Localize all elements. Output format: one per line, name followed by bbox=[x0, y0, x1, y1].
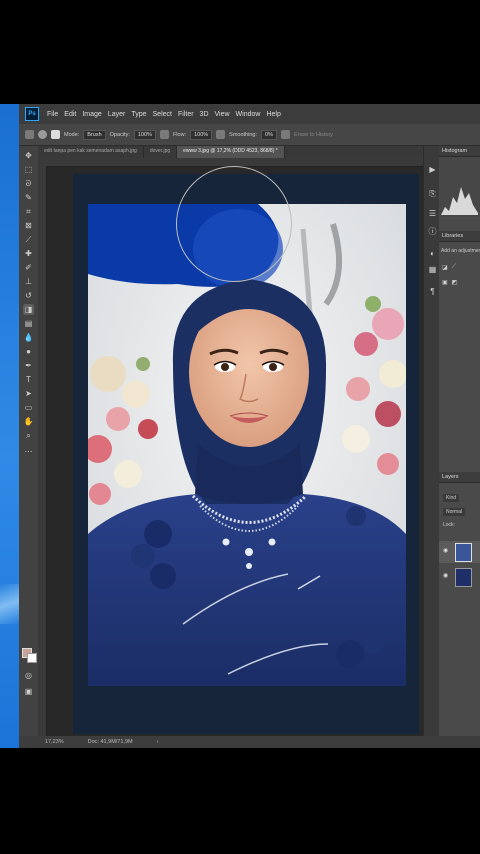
flow-label: Flow: bbox=[172, 131, 187, 138]
menu-layer[interactable]: Layer bbox=[108, 111, 126, 118]
histogram-graph bbox=[439, 157, 480, 217]
hand-tool-icon[interactable]: ✋ bbox=[23, 416, 34, 427]
tools-panel: ✥ ⬚ ᘐ ✎ ⌗ ⊠ ⟋ ✚ ✐ ⊥ ↺ ◨ ▤ 💧 ● ✒ T ➤ ▭ ✋ … bbox=[19, 146, 39, 742]
quick-select-tool-icon[interactable]: ✎ bbox=[23, 192, 34, 203]
pen-tool-icon[interactable]: ✒ bbox=[23, 360, 34, 371]
lock-label: Lock: bbox=[443, 522, 455, 528]
smoothing-field[interactable]: 0% bbox=[260, 129, 277, 140]
doc-size: Doc: 41,9M/71,9M bbox=[87, 739, 133, 745]
path-select-icon[interactable]: ➤ bbox=[23, 388, 34, 399]
color-balance-icon[interactable]: ◩ bbox=[452, 279, 458, 286]
zoom-level[interactable]: 17,23% bbox=[45, 739, 64, 745]
brush-size-icon[interactable] bbox=[38, 130, 47, 139]
adjustment-icons-row: ◪ ⟋ bbox=[439, 260, 480, 275]
histogram-chart bbox=[441, 187, 478, 215]
blend-mode-select[interactable]: Normal bbox=[443, 508, 466, 516]
swatches-icon[interactable]: ▦ bbox=[427, 264, 438, 275]
history-icon[interactable]: ⎘ bbox=[427, 188, 438, 199]
gradient-tool-icon[interactable]: ▤ bbox=[23, 318, 34, 329]
adjustment-icons-row-2: ▣ ◩ bbox=[439, 275, 480, 290]
document-tabs: edit tanpa pen kak semenadam asaph.jpg d… bbox=[38, 146, 423, 158]
eraser-tool-icon[interactable]: ◨ bbox=[23, 304, 34, 315]
mode-select[interactable]: Brush bbox=[83, 129, 106, 140]
healing-brush-icon[interactable]: ✚ bbox=[23, 248, 34, 259]
dodge-tool-icon[interactable]: ● bbox=[23, 346, 34, 357]
crop-tool-icon[interactable]: ⌗ bbox=[23, 206, 34, 217]
screen-mode-icon[interactable]: ▣ bbox=[23, 686, 34, 697]
brush-cursor-circle bbox=[176, 166, 292, 282]
layer-kind-filter[interactable]: Kind bbox=[443, 494, 460, 502]
screen: Ps File Edit Image Layer Type Select Fil… bbox=[0, 104, 480, 748]
layers-panel-title[interactable]: Layers bbox=[439, 472, 480, 483]
right-panels: Histogram Libraries Add an adjustment ◪ … bbox=[439, 146, 480, 742]
background-color-swatch[interactable] bbox=[27, 653, 37, 663]
menu-select[interactable]: Select bbox=[153, 111, 172, 118]
eraser-preset-icon[interactable] bbox=[25, 130, 34, 139]
menu-help[interactable]: Help bbox=[266, 111, 280, 118]
marquee-tool-icon[interactable]: ⬚ bbox=[23, 164, 34, 175]
libraries-panel-title[interactable]: Libraries bbox=[439, 231, 480, 242]
desktop-background bbox=[0, 104, 19, 748]
frame-tool-icon[interactable]: ⊠ bbox=[23, 220, 34, 231]
tab-document-2[interactable]: dover.jpg bbox=[144, 146, 178, 158]
visibility-eye-icon[interactable]: ◉ bbox=[443, 572, 448, 579]
airbrush-icon[interactable] bbox=[216, 130, 226, 139]
mode-label: Mode: bbox=[64, 131, 80, 138]
layer-thumbnail bbox=[455, 568, 472, 587]
layer-row-2[interactable]: ◉ bbox=[439, 566, 480, 588]
opacity-field[interactable]: 100% bbox=[133, 129, 156, 140]
status-arrow-icon[interactable]: › bbox=[157, 739, 159, 745]
info-icon[interactable]: ⓘ bbox=[427, 226, 438, 237]
clone-stamp-icon[interactable]: ⊥ bbox=[23, 276, 34, 287]
vertical-ruler bbox=[38, 166, 47, 742]
menu-window[interactable]: Window bbox=[236, 111, 261, 118]
play-icon[interactable]: ▶ bbox=[427, 164, 438, 175]
eyedropper-tool-icon[interactable]: ⟋ bbox=[23, 234, 34, 245]
brush-tool-icon[interactable]: ✐ bbox=[23, 262, 34, 273]
status-bar: 17,23% Doc: 41,9M/71,9M › bbox=[19, 736, 480, 748]
brush-panel-icon[interactable] bbox=[51, 130, 60, 139]
history-brush-icon[interactable]: ↺ bbox=[23, 290, 34, 301]
menu-filter[interactable]: Filter bbox=[178, 111, 194, 118]
tab-document-1[interactable]: edit tanpa pen kak semenadam asaph.jpg bbox=[38, 146, 144, 158]
color-icon[interactable]: ◐ bbox=[427, 248, 438, 259]
ps-logo: Ps bbox=[25, 107, 39, 121]
zoom-tool-icon[interactable]: ⌕ bbox=[23, 430, 34, 441]
pressure-opacity-icon[interactable] bbox=[159, 130, 169, 139]
character-icon[interactable]: ¶ bbox=[427, 286, 438, 297]
menu-edit[interactable]: Edit bbox=[64, 111, 76, 118]
gear-icon[interactable] bbox=[280, 130, 290, 139]
more-tools-icon[interactable]: ⋯ bbox=[23, 446, 34, 457]
type-tool-icon[interactable]: T bbox=[23, 374, 34, 385]
quick-mask-icon[interactable]: ◎ bbox=[23, 670, 34, 681]
adjustments-hint: Add an adjustment bbox=[441, 248, 480, 254]
shape-tool-icon[interactable]: ▭ bbox=[23, 402, 34, 413]
layer-row-1[interactable]: ◉ bbox=[439, 541, 480, 563]
document-area bbox=[38, 158, 423, 742]
photoshop-window: Ps File Edit Image Layer Type Select Fil… bbox=[19, 104, 480, 748]
visibility-eye-icon[interactable]: ◉ bbox=[443, 547, 448, 554]
blur-tool-icon[interactable]: 💧 bbox=[23, 332, 34, 343]
move-tool-icon[interactable]: ✥ bbox=[23, 150, 34, 161]
options-bar: Mode: Brush Opacity: 100% Flow: 100% Smo… bbox=[19, 124, 480, 146]
erase-history-checkbox[interactable]: Erase to History bbox=[294, 132, 333, 138]
flow-field[interactable]: 100% bbox=[190, 129, 213, 140]
smoothing-label: Smoothing: bbox=[229, 131, 257, 138]
lasso-tool-icon[interactable]: ᘐ bbox=[23, 178, 34, 189]
menu-view[interactable]: View bbox=[215, 111, 230, 118]
opacity-label: Opacity: bbox=[109, 131, 130, 138]
menu-bar: Ps File Edit Image Layer Type Select Fil… bbox=[19, 104, 480, 124]
histogram-panel-title[interactable]: Histogram bbox=[439, 146, 480, 157]
menu-3d[interactable]: 3D bbox=[200, 111, 209, 118]
panel-icon-strip: ▶ ⎘ ☰ ⓘ ◐ ▦ ¶ bbox=[423, 146, 440, 742]
menu-type[interactable]: Type bbox=[131, 111, 146, 118]
tab-document-active[interactable]: ewww 3.jpg @ 17,2% (DDD 4523, 868/8) * bbox=[177, 146, 285, 158]
levels-icon[interactable]: ◪ bbox=[442, 264, 448, 271]
curves-icon[interactable]: ⟋ bbox=[452, 264, 456, 271]
layer-thumbnail bbox=[455, 543, 472, 562]
actions-icon[interactable]: ☰ bbox=[427, 208, 438, 219]
menu-file[interactable]: File bbox=[47, 111, 58, 118]
menu-image[interactable]: Image bbox=[82, 111, 101, 118]
hue-sat-icon[interactable]: ▣ bbox=[442, 279, 448, 286]
